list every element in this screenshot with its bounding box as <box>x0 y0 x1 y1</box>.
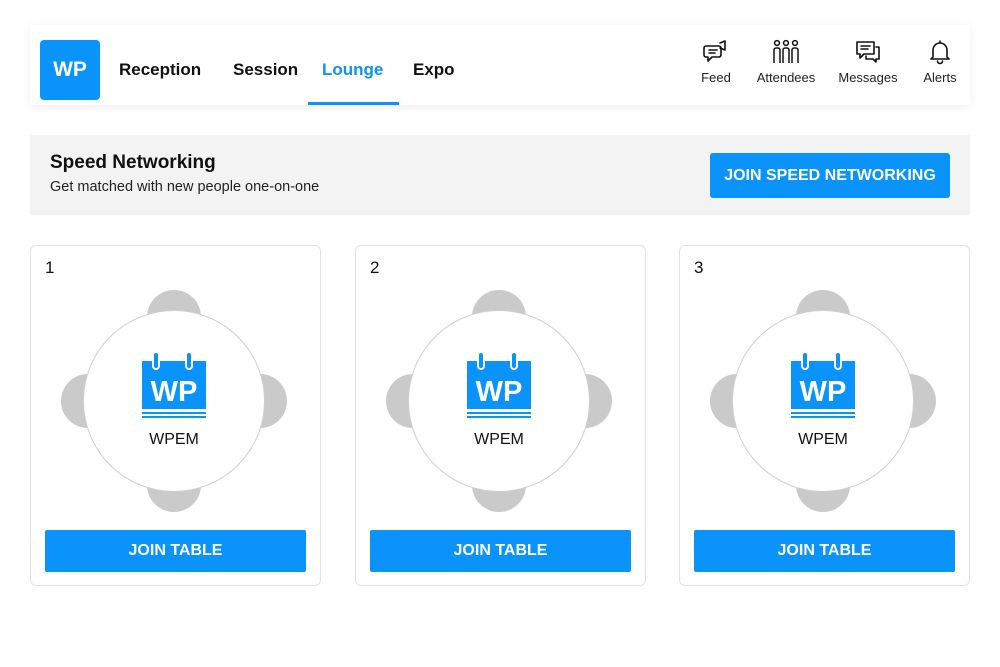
table-number: 3 <box>694 258 704 277</box>
table-seating[interactable]: WP WPEM <box>386 290 612 512</box>
feed-button[interactable]: Feed <box>676 39 756 85</box>
banner-subtitle: Get matched with new people one-on-one <box>50 179 320 195</box>
attendees-icon <box>773 39 799 63</box>
feed-label: Feed <box>701 70 731 85</box>
attendees-button[interactable]: Attendees <box>746 39 826 85</box>
table-name: WPEM <box>798 431 848 448</box>
table-number: 1 <box>45 258 55 277</box>
active-tab-indicator <box>308 102 399 105</box>
bell-icon <box>930 40 950 65</box>
table-number: 2 <box>370 258 380 277</box>
join-table-button[interactable]: JOIN TABLE <box>45 530 306 572</box>
top-navigation-bar: WP Reception Session Lounge Expo Feed At… <box>30 25 970 105</box>
wpem-calendar-logo-icon: WP <box>467 351 531 418</box>
table-logo-text: WP <box>800 376 847 408</box>
messages-button[interactable]: Messages <box>828 39 908 85</box>
table-card: 3 WP WPEM JOIN TABLE <box>679 245 970 586</box>
attendees-label: Attendees <box>756 70 816 85</box>
table-name: WPEM <box>149 431 199 448</box>
wpem-calendar-logo-icon: WP <box>791 351 855 418</box>
alerts-button[interactable]: Alerts <box>900 39 980 85</box>
round-table: WP WPEM <box>83 310 265 492</box>
app-logo[interactable]: WP <box>40 40 100 100</box>
table-logo-text: WP <box>476 376 523 408</box>
tab-expo[interactable]: Expo <box>413 60 455 80</box>
table-seating[interactable]: WP WPEM <box>710 290 936 512</box>
join-table-button[interactable]: JOIN TABLE <box>370 530 631 572</box>
join-speed-networking-button[interactable]: JOIN SPEED NETWORKING <box>710 153 950 198</box>
banner-title: Speed Networking <box>50 152 216 173</box>
messages-label: Messages <box>838 70 898 85</box>
tab-session[interactable]: Session <box>233 60 298 80</box>
alerts-label: Alerts <box>923 70 957 85</box>
feed-icon <box>703 40 726 62</box>
wpem-calendar-logo-icon: WP <box>142 351 206 418</box>
join-table-button[interactable]: JOIN TABLE <box>694 530 955 572</box>
table-seating[interactable]: WP WPEM <box>61 290 287 512</box>
tab-lounge[interactable]: Lounge <box>322 60 383 80</box>
table-card: 1 WP WPEM JOIN TABLE <box>30 245 321 586</box>
round-table: WP WPEM <box>408 310 590 492</box>
table-logo-text: WP <box>151 376 198 408</box>
table-card: 2 WP WPEM JOIN TABLE <box>355 245 646 586</box>
round-table: WP WPEM <box>732 310 914 492</box>
tab-reception[interactable]: Reception <box>119 60 201 80</box>
speed-networking-banner: Speed Networking Get matched with new pe… <box>30 135 970 215</box>
table-name: WPEM <box>474 431 524 448</box>
messages-icon <box>856 41 880 63</box>
